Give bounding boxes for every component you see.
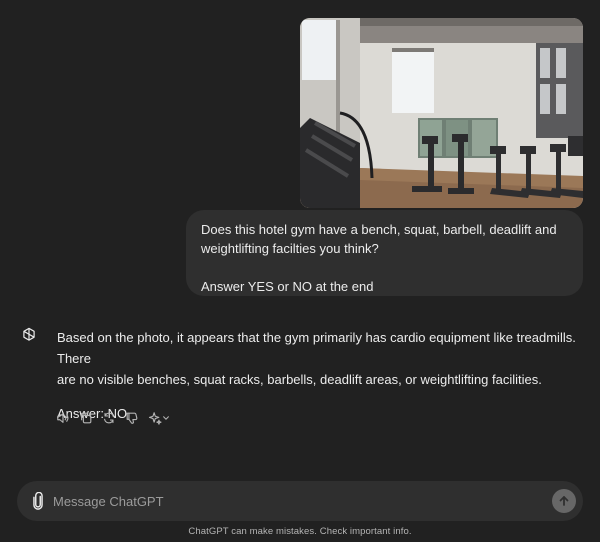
message-input[interactable] [53, 489, 523, 513]
send-button[interactable] [552, 489, 576, 513]
user-message-line-1: Does this hotel gym have a bench, squat,… [201, 222, 557, 237]
message-composer [17, 481, 583, 521]
change-model-button[interactable] [147, 410, 171, 426]
sparkle-model-icon [148, 412, 162, 425]
thumbs-down-icon [126, 412, 138, 424]
copy-button[interactable] [78, 410, 94, 426]
paperclip-icon [33, 492, 43, 510]
speaker-icon [57, 413, 69, 423]
chevron-down-icon [163, 416, 169, 420]
user-uploaded-gym-photo[interactable] [300, 18, 583, 208]
regenerate-icon [104, 412, 114, 424]
user-message-bubble: Does this hotel gym have a bench, squat,… [186, 210, 583, 296]
arrow-up-icon [559, 496, 569, 506]
attach-file-button[interactable] [29, 491, 47, 511]
message-actions [55, 410, 171, 426]
assistant-message-line-2: are no visible benches, squat racks, bar… [57, 372, 542, 387]
read-aloud-button[interactable] [55, 410, 71, 426]
chatgpt-logo-icon [18, 324, 40, 346]
copy-icon [81, 412, 92, 424]
disclaimer-text: ChatGPT can make mistakes. Check importa… [188, 526, 412, 537]
bad-response-button[interactable] [124, 410, 140, 426]
user-message-line-3: Answer YES or NO at the end [201, 279, 374, 294]
regenerate-button[interactable] [101, 410, 117, 426]
user-message-line-2: weightlifting facilties you think? [201, 241, 379, 256]
assistant-message-line-1: Based on the photo, it appears that the … [57, 330, 576, 366]
